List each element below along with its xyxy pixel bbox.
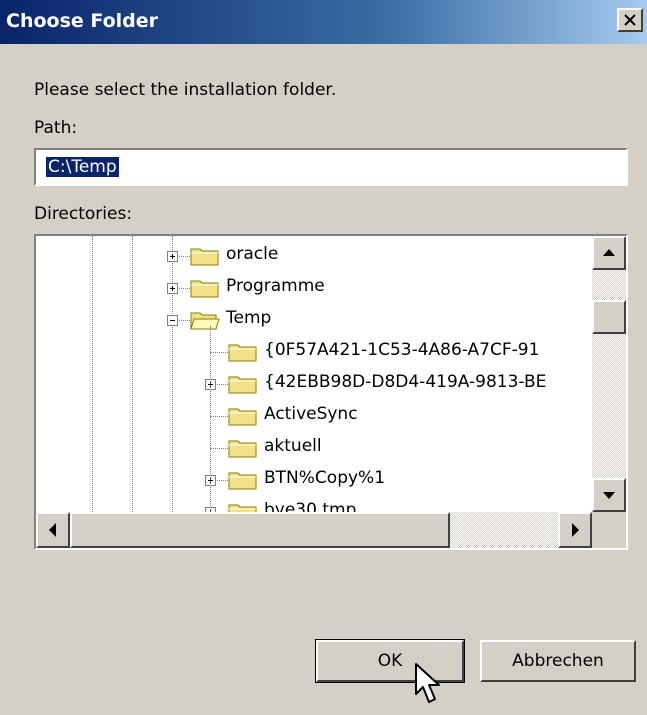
mouse-pointer-icon — [415, 663, 440, 703]
tree-node[interactable]: {0F57A421-1C53-4A86-A7CF-91 — [36, 336, 592, 368]
tree-node-label: oracle — [226, 244, 279, 264]
tree-node[interactable]: BTN%Copy%1 — [36, 464, 592, 496]
tree-node[interactable]: ActiveSync — [36, 400, 592, 432]
scroll-right-button[interactable] — [558, 512, 592, 548]
arrow-right-icon — [572, 523, 579, 537]
path-input[interactable]: C:\Temp — [34, 148, 628, 186]
tree-node-label: {0F57A421-1C53-4A86-A7CF-91 — [264, 340, 540, 360]
arrow-up-icon — [603, 249, 615, 256]
tree-connector — [210, 352, 228, 353]
instruction-text: Please select the installation folder. — [34, 80, 337, 100]
cancel-button[interactable]: Abbrechen — [480, 640, 636, 682]
tree-node-label: Temp — [226, 308, 272, 328]
horizontal-scroll-thumb[interactable] — [70, 512, 450, 548]
arrow-left-icon — [49, 523, 56, 537]
scroll-left-button[interactable] — [36, 512, 70, 548]
arrow-down-icon — [603, 492, 615, 499]
tree-node[interactable]: Temp — [36, 304, 592, 336]
scroll-up-button[interactable] — [592, 236, 626, 270]
tree-node-label: BTN%Copy%1 — [264, 468, 386, 488]
expand-icon[interactable] — [167, 283, 178, 294]
tree-node-label: bye30.tmp — [264, 500, 357, 512]
path-label: Path: — [34, 118, 78, 138]
window-title: Choose Folder — [6, 10, 159, 32]
tree-node[interactable]: {42EBB98D-D8D4-419A-9813-BE — [36, 368, 592, 400]
choose-folder-dialog: Choose Folder Please select the installa… — [0, 0, 647, 715]
tree-node[interactable]: bye30.tmp — [36, 496, 592, 512]
close-icon — [624, 14, 636, 26]
folder-icon — [228, 440, 257, 458]
horizontal-scrollbar[interactable] — [36, 512, 592, 548]
tree-node-label: {42EBB98D-D8D4-419A-9813-BE — [264, 372, 547, 392]
tree-node[interactable]: aktuell — [36, 432, 592, 464]
folder-open-icon — [190, 312, 220, 330]
tree-node[interactable]: Programme — [36, 272, 592, 304]
title-bar[interactable]: Choose Folder — [0, 0, 647, 44]
tree-node-label: ActiveSync — [264, 404, 358, 424]
expand-icon[interactable] — [167, 251, 178, 262]
vertical-scrollbar[interactable] — [592, 236, 626, 512]
tree-node-label: aktuell — [264, 436, 322, 456]
directory-tree[interactable]: oracle Programme Temp {0F57A421-1C53-4A86-A… — [34, 234, 628, 550]
close-button[interactable] — [617, 8, 643, 32]
folder-icon — [228, 376, 257, 394]
tree-connector — [210, 416, 228, 417]
tree-node[interactable]: oracle — [36, 240, 592, 272]
folder-icon — [228, 472, 257, 490]
path-value: C:\Temp — [46, 157, 119, 177]
folder-icon — [228, 504, 257, 512]
folder-icon — [228, 408, 257, 426]
tree-connector — [210, 448, 228, 449]
folder-icon — [228, 344, 257, 362]
scroll-down-button[interactable] — [592, 478, 626, 512]
folder-icon — [190, 248, 219, 266]
scrollbar-corner — [592, 512, 626, 548]
tree-guide-line — [210, 326, 211, 512]
scroll-thumb[interactable] — [592, 300, 626, 334]
directories-label: Directories: — [34, 204, 133, 224]
folder-icon — [190, 280, 219, 298]
tree-node-label: Programme — [226, 276, 325, 296]
tree-view: oracle Programme Temp {0F57A421-1C53-4A86-A… — [36, 236, 592, 512]
collapse-icon[interactable] — [167, 315, 178, 326]
